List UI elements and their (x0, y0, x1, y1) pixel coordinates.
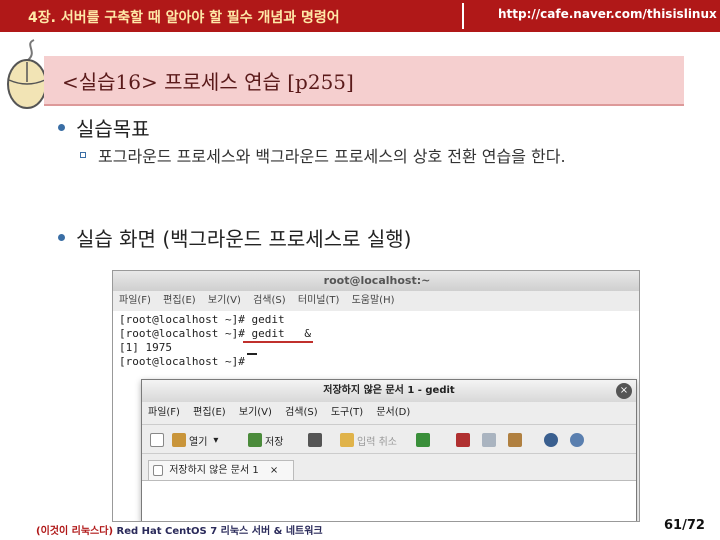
terminal-title: root@localhost:~ (113, 271, 639, 291)
header-separator (462, 3, 464, 29)
document-icon (153, 464, 163, 476)
search-replace-icon (570, 433, 584, 447)
print-icon (308, 433, 322, 447)
document-tab-label: 저장하지 않은 문서 1 (169, 465, 259, 476)
save-label: 저장 (265, 436, 284, 448)
title-underline (44, 104, 684, 106)
bullet-goal: 실습목표 (76, 117, 150, 141)
terminal-menu-edit[interactable]: 편집(E) (163, 295, 196, 306)
undo-icon (340, 433, 354, 447)
copy-icon (482, 433, 496, 447)
paste-button[interactable] (508, 432, 525, 448)
open-label: 열기 (189, 436, 208, 448)
gedit-menu-tools[interactable]: 도구(T) (331, 407, 363, 418)
gedit-close-button[interactable]: × (616, 383, 632, 399)
terminal-line: [root@localhost ~]# gedit & (119, 327, 312, 340)
save-icon (248, 433, 262, 447)
open-dropdown-icon[interactable]: ▾ (213, 435, 218, 446)
paste-icon (508, 433, 522, 447)
gedit-menu-search[interactable]: 검색(S) (285, 407, 318, 418)
slide-title: <실습16> 프로세스 연습 [p255] (62, 70, 354, 94)
new-document-button[interactable] (150, 432, 167, 448)
redo-icon (416, 433, 430, 447)
cut-icon (456, 433, 470, 447)
gedit-menubar: 파일(F) 편집(E) 보기(V) 검색(S) 도구(T) 문서(D) (142, 402, 636, 424)
gedit-menu-view[interactable]: 보기(V) (239, 407, 272, 418)
cafe-url[interactable]: http://cafe.naver.com/thisislinux (498, 7, 717, 21)
terminal-line: [root@localhost ~]# gedit (119, 313, 285, 326)
copy-button[interactable] (482, 432, 499, 448)
document-tab[interactable]: 저장하지 않은 문서 1 × (148, 460, 294, 480)
terminal-menu-terminal[interactable]: 터미널(T) (298, 295, 340, 306)
annotation-underline (243, 341, 313, 343)
header-bar: 4장. 서버를 구축할 때 알아야 할 필수 개념과 명령어 http://ca… (0, 0, 720, 32)
footer-book-title: (이것이 리눅스다) Red Hat CentOS 7 리눅스 서버 & 네트워… (36, 522, 323, 537)
new-document-icon (150, 433, 164, 447)
footer-book-highlight: (이것이 리눅스다) (36, 526, 114, 537)
terminal-menubar: 파일(F) 편집(E) 보기(V) 검색(S) 터미널(T) 도움말(H) (113, 291, 639, 311)
gedit-menu-file[interactable]: 파일(F) (148, 407, 180, 418)
footer-book-rest: Red Hat CentOS 7 리눅스 서버 & 네트워크 (113, 526, 323, 537)
bullet-dot (58, 234, 65, 241)
gedit-toolbar: 열기 ▾ 저장 입력 취소 (142, 424, 636, 454)
undo-label: 입력 취소 (357, 436, 397, 448)
terminal-menu-search[interactable]: 검색(S) (253, 295, 286, 306)
tab-close-icon[interactable]: × (270, 465, 278, 476)
find-button[interactable] (544, 432, 561, 448)
terminal-menu-help[interactable]: 도움말(H) (352, 295, 395, 306)
folder-icon (172, 433, 186, 447)
page-number: 61/72 (664, 518, 705, 533)
cut-button[interactable] (456, 432, 473, 448)
gedit-window[interactable]: 저장하지 않은 문서 1 - gedit × 파일(F) 편집(E) 보기(V)… (141, 379, 637, 521)
search-icon (544, 433, 558, 447)
terminal-line: [root@localhost ~]# (119, 355, 252, 368)
sub-bullet-goal-text: 포그라운드 프로세스와 백그라운드 프로세스의 상호 전환 연습을 한다. (98, 147, 566, 166)
bullet-screen: 실습 화면 (백그라운드 프로세스로 실행) (76, 227, 412, 251)
bullet-dot (58, 124, 65, 131)
terminal-menu-view[interactable]: 보기(V) (208, 295, 241, 306)
chapter-title: 4장. 서버를 구축할 때 알아야 할 필수 개념과 명령어 (28, 10, 340, 26)
undo-button[interactable]: 입력 취소 (340, 432, 397, 448)
gedit-menu-documents[interactable]: 문서(D) (376, 407, 410, 418)
terminal-screenshot: root@localhost:~ 파일(F) 편집(E) 보기(V) 검색(S)… (112, 270, 640, 522)
terminal-menu-file[interactable]: 파일(F) (119, 295, 151, 306)
open-button[interactable]: 열기 ▾ (172, 432, 218, 448)
document-text-area[interactable] (142, 480, 636, 521)
print-button[interactable] (308, 432, 325, 448)
redo-button[interactable] (416, 432, 433, 448)
gedit-menu-edit[interactable]: 편집(E) (193, 407, 226, 418)
terminal-line: [1] 1975 (119, 341, 172, 354)
save-button[interactable]: 저장 (248, 432, 283, 448)
sub-bullet-square (80, 152, 86, 158)
gedit-title: 저장하지 않은 문서 1 - gedit (142, 380, 636, 402)
replace-button[interactable] (570, 432, 587, 448)
terminal-cursor (247, 353, 257, 355)
